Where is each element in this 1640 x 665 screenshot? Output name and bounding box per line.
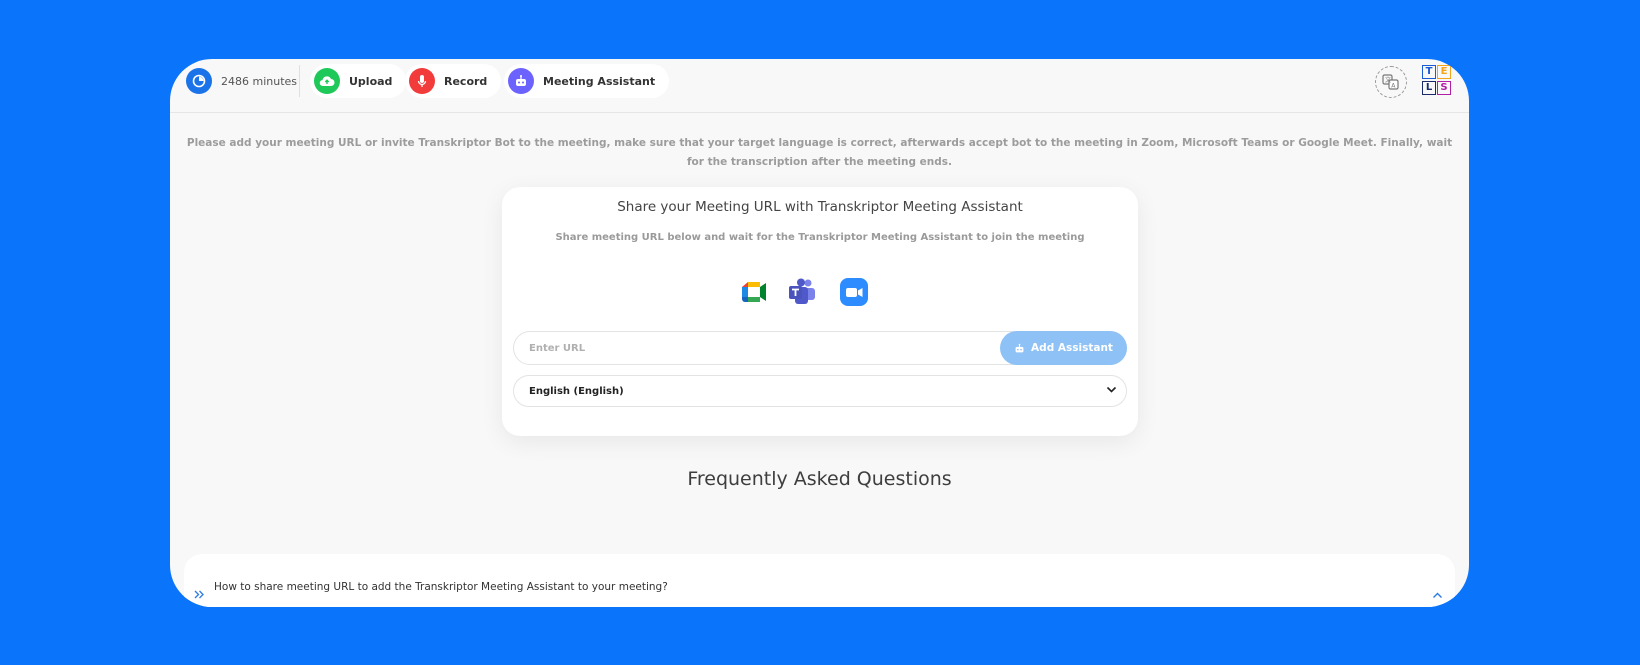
svg-text:文: 文	[1385, 76, 1391, 84]
top-toolbar: 2486 minutes Upload Record Meeting Assis	[170, 59, 1469, 113]
app-window: 2486 minutes Upload Record Meeting Assis	[170, 59, 1469, 607]
platform-icons	[502, 277, 1138, 307]
minutes-label: 2486 minutes	[221, 74, 298, 88]
faq-title: Frequently Asked Questions	[687, 468, 952, 490]
tls-logo[interactable]: T E L S	[1422, 65, 1452, 97]
robot-icon	[508, 68, 534, 94]
record-button[interactable]: Record	[405, 64, 502, 98]
faq-question: How to share meeting URL to add the Tran…	[214, 581, 668, 593]
robot-icon	[1014, 343, 1025, 354]
zoom-icon	[839, 277, 869, 307]
tls-letter-s: S	[1437, 81, 1451, 95]
card-subtitle: Share meeting URL below and wait for the…	[555, 232, 1085, 243]
url-input[interactable]	[514, 332, 1004, 364]
chevron-down-icon	[1106, 386, 1117, 397]
card-title: Share your Meeting URL with Transkriptor…	[617, 199, 1023, 215]
meeting-url-card: Share your Meeting URL with Transkriptor…	[502, 187, 1138, 436]
google-meet-icon	[740, 277, 770, 307]
tls-letter-t: T	[1422, 65, 1436, 79]
screen-background: 2486 minutes Upload Record Meeting Assis	[0, 0, 1640, 665]
microphone-icon	[409, 68, 435, 94]
faq-item[interactable]: How to share meeting URL to add the Tran…	[184, 554, 1455, 607]
tls-letter-l: L	[1422, 81, 1436, 95]
toolbar-divider	[299, 65, 300, 97]
url-input-group: Add Assistant	[513, 331, 1127, 365]
cloud-upload-icon	[314, 68, 340, 94]
meeting-assistant-label: Meeting Assistant	[543, 74, 656, 88]
chevron-up-icon[interactable]	[1432, 584, 1443, 603]
microsoft-teams-icon	[787, 277, 817, 307]
upload-button[interactable]: Upload	[310, 64, 407, 98]
minutes-indicator[interactable]: 2486 minutes	[182, 64, 307, 98]
record-label: Record	[444, 74, 488, 88]
clock-pie-icon	[186, 68, 212, 94]
add-assistant-button[interactable]: Add Assistant	[1000, 331, 1127, 365]
language-select[interactable]: English (English)	[513, 375, 1127, 407]
add-assistant-label: Add Assistant	[1031, 342, 1113, 354]
language-selected-value: English (English)	[529, 385, 624, 397]
upload-label: Upload	[349, 74, 393, 88]
instructions-text: Please add your meeting URL or invite Tr…	[186, 137, 1453, 168]
tls-letter-e: E	[1437, 65, 1451, 79]
translate-icon[interactable]: 文A	[1375, 66, 1407, 98]
double-chevron-right-icon	[194, 584, 205, 603]
meeting-assistant-button[interactable]: Meeting Assistant	[504, 64, 670, 98]
